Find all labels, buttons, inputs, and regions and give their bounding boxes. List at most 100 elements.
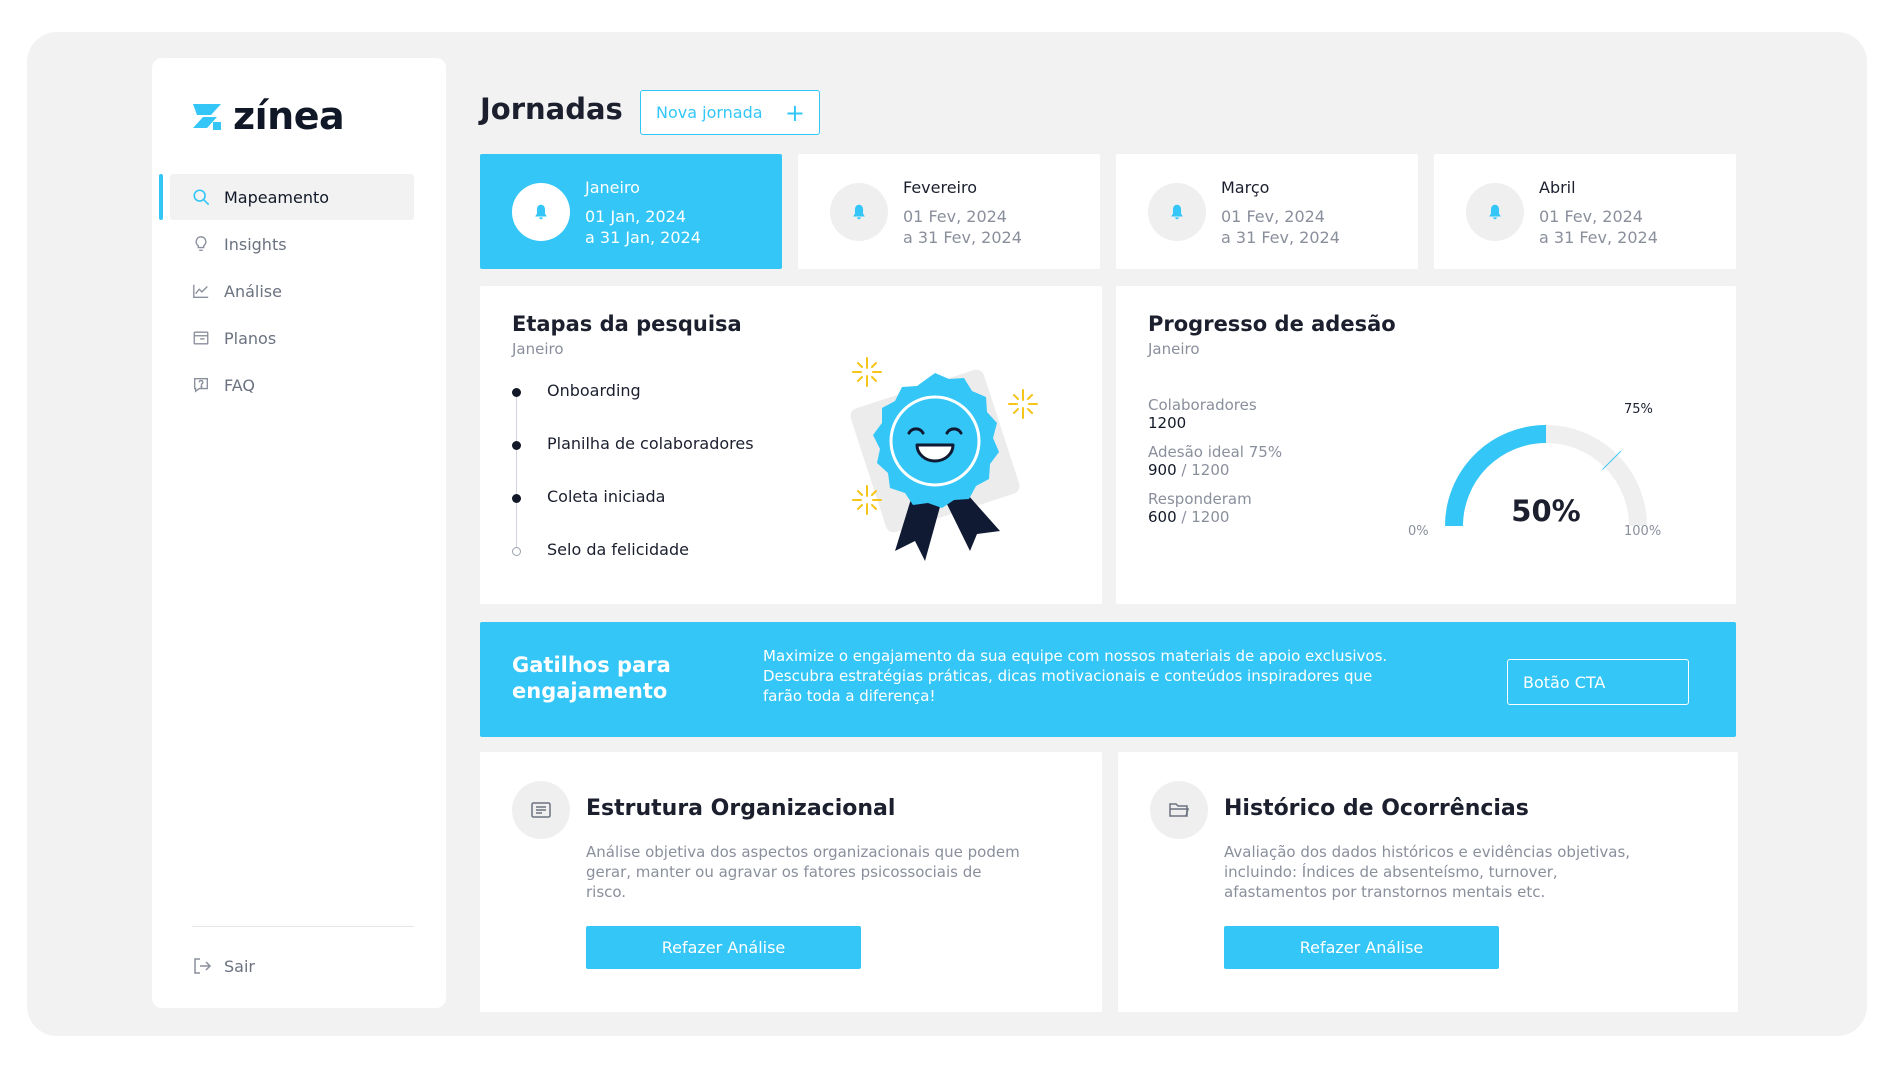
month-icon-circle: [830, 183, 888, 241]
sidebar-nav: Mapeamento Insights Análise Planos FAQ: [152, 174, 446, 409]
month-end-date: a 31 Fev, 2024: [903, 228, 1022, 247]
logo[interactable]: zínea: [189, 94, 345, 138]
sidebar-item-faq[interactable]: FAQ: [170, 362, 414, 408]
feature-card-estrutura: Estrutura Organizacional Análise objetiv…: [480, 752, 1102, 1012]
new-journey-button[interactable]: Nova jornada +: [640, 90, 820, 135]
progress-stats: Colaboradores 1200 Adesão ideal 75% 900 …: [1148, 396, 1282, 537]
month-range: 01 Fev, 2024 a 31 Fev, 2024: [1221, 206, 1340, 248]
progress-card: Progresso de adesão Janeiro Colaboradore…: [1116, 286, 1736, 604]
banner-title: Gatilhos para engajamento: [512, 653, 671, 703]
happiness-seal-illustration: [850, 357, 1038, 561]
month-start-date: 01 Jan, 2024: [585, 207, 686, 226]
steps-card-title: Etapas da pesquisa: [512, 312, 742, 336]
list-item: Onboarding: [512, 381, 754, 434]
gauge-max-label: 100%: [1624, 524, 1662, 539]
engagement-banner: Gatilhos para engajamento Maximize o eng…: [480, 622, 1736, 737]
step-done-dot: [512, 494, 521, 503]
feature-title: Histórico de Ocorrências: [1224, 796, 1529, 821]
gauge-min-label: 0%: [1408, 524, 1429, 539]
logo-icon: [193, 104, 221, 130]
help-icon: [194, 378, 208, 393]
new-journey-label: Nova jornada: [656, 103, 763, 122]
sidebar-item-label: Insights: [224, 234, 287, 254]
month-card-janeiro[interactable]: Janeiro 01 Jan, 2024 a 31 Jan, 2024: [480, 154, 782, 269]
sidebar-item-label: Análise: [224, 281, 282, 301]
steps-card-subtitle: Janeiro: [512, 340, 564, 358]
feature-title: Estrutura Organizacional: [586, 796, 896, 821]
month-name: Fevereiro: [903, 178, 978, 197]
cta-button[interactable]: Botão CTA: [1507, 659, 1689, 705]
sidebar-item-label: Planos: [224, 328, 277, 348]
month-end-date: a 31 Jan, 2024: [585, 228, 701, 247]
stat-label: Adesão ideal 75%: [1148, 443, 1283, 461]
sidebar-item-planos[interactable]: Planos: [170, 315, 414, 361]
gauge-target-label: 75%: [1624, 402, 1653, 417]
logout-button[interactable]: Sair: [192, 956, 255, 976]
step-label: Selo da felicidade: [547, 540, 689, 559]
month-start-date: 01 Fev, 2024: [1221, 207, 1325, 226]
folder-icon: [1169, 803, 1189, 817]
redo-analysis-button[interactable]: Refazer Análise: [1224, 926, 1499, 969]
stat-label: Colaboradores: [1148, 396, 1257, 414]
stat-value: 900 / 1200: [1148, 461, 1282, 480]
month-range: 01 Fev, 2024 a 31 Fev, 2024: [1539, 206, 1658, 248]
sidebar-item-mapeamento[interactable]: Mapeamento: [159, 174, 414, 220]
stat-total: / 1200: [1176, 508, 1230, 526]
stat-number: 1200: [1148, 414, 1187, 432]
calendar-icon: [193, 331, 209, 345]
stat-number: 600: [1148, 508, 1177, 526]
gauge-value: 50%: [1511, 494, 1581, 528]
month-range: 01 Fev, 2024 a 31 Fev, 2024: [903, 206, 1022, 248]
list-icon: [531, 802, 551, 818]
feature-description: Avaliação dos dados históricos e evidênc…: [1224, 843, 1631, 901]
sidebar-item-insights[interactable]: Insights: [170, 221, 414, 267]
month-card-marco[interactable]: Março 01 Fev, 2024 a 31 Fev, 2024: [1116, 154, 1418, 269]
step-done-dot: [512, 388, 521, 397]
month-card-fevereiro[interactable]: Fevereiro 01 Fev, 2024 a 31 Fev, 2024: [798, 154, 1100, 269]
step-pending-dot: [512, 547, 521, 556]
month-start-date: 01 Fev, 2024: [903, 207, 1007, 226]
stat-adesao-ideal: Adesão ideal 75% 900 / 1200: [1148, 443, 1282, 480]
sidebar-item-label: FAQ: [224, 375, 255, 395]
sidebar: zínea Mapeamento Insights Análise Planos: [152, 58, 446, 1008]
line-chart-icon: [193, 284, 209, 298]
list-item: Selo da felicidade: [512, 540, 754, 593]
list-item: Coleta iniciada: [512, 487, 754, 540]
month-card-abril[interactable]: Abril 01 Fev, 2024 a 31 Fev, 2024: [1434, 154, 1736, 269]
step-label: Planilha de colaboradores: [547, 434, 754, 453]
bell-icon: [1489, 204, 1501, 220]
sidebar-item-label: Mapeamento: [224, 187, 330, 207]
step-label: Onboarding: [547, 381, 641, 400]
month-icon-circle: [1466, 183, 1524, 241]
sidebar-item-analise[interactable]: Análise: [170, 268, 414, 314]
bell-icon: [535, 204, 547, 220]
logout-icon: [194, 958, 212, 974]
adhesion-gauge: 50% 75% 0% 100%: [1396, 376, 1696, 556]
logo-text: zínea: [233, 94, 345, 138]
month-range: 01 Jan, 2024 a 31 Jan, 2024: [585, 206, 701, 248]
feature-icon-circle: [1150, 781, 1208, 839]
logout-label: Sair: [224, 956, 255, 976]
feature-card-historico: Histórico de Ocorrências Avaliação dos d…: [1118, 752, 1738, 1012]
list-item: Planilha de colaboradores: [512, 434, 754, 487]
progress-card-title: Progresso de adesão: [1148, 312, 1396, 336]
search-icon: [193, 189, 210, 206]
progress-card-subtitle: Janeiro: [1148, 340, 1200, 358]
stat-colaboradores: Colaboradores 1200: [1148, 396, 1282, 433]
steps-list: Onboarding Planilha de colaboradores Col…: [512, 381, 754, 593]
sidebar-divider: [192, 926, 414, 927]
stat-total: / 1200: [1176, 461, 1230, 479]
step-label: Coleta iniciada: [547, 487, 666, 506]
stat-label: Responderam: [1148, 490, 1252, 508]
redo-analysis-button[interactable]: Refazer Análise: [586, 926, 861, 969]
month-name: Março: [1221, 178, 1270, 197]
step-done-dot: [512, 441, 521, 450]
month-icon-circle: [512, 183, 570, 241]
month-start-date: 01 Fev, 2024: [1539, 207, 1643, 226]
feature-description: Análise objetiva dos aspectos organizaci…: [586, 843, 1020, 901]
stat-value: 1200: [1148, 414, 1282, 433]
month-icon-circle: [1148, 183, 1206, 241]
steps-card: Etapas da pesquisa Janeiro Onboarding Pl…: [480, 286, 1102, 604]
month-end-date: a 31 Fev, 2024: [1221, 228, 1340, 247]
month-name: Janeiro: [585, 178, 640, 197]
